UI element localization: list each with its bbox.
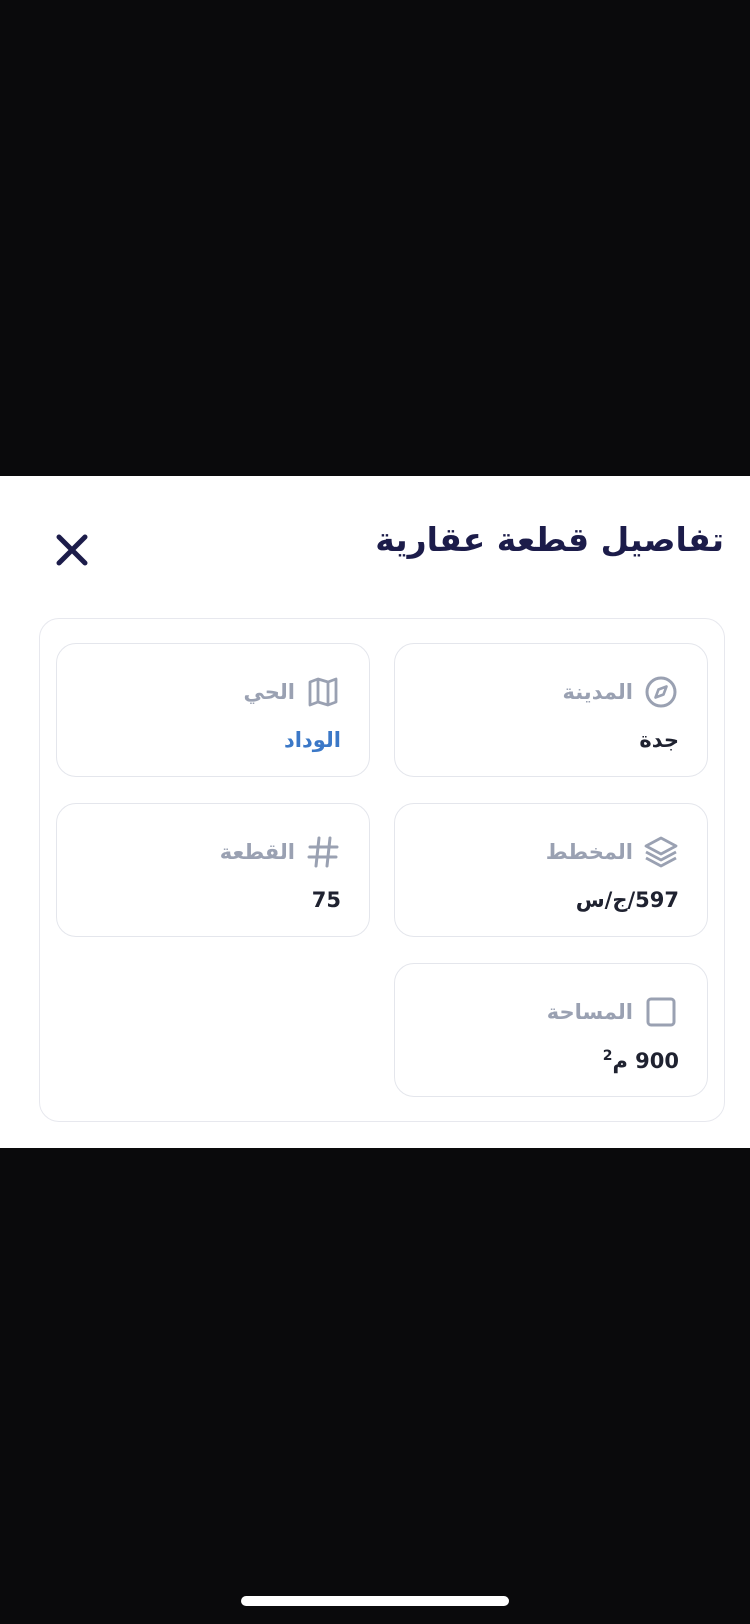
detail-card-city: المدينة جدة (394, 643, 708, 777)
compass-icon (643, 674, 679, 710)
square-icon (643, 994, 679, 1030)
detail-value-city: جدة (639, 728, 679, 752)
area-unit: م (612, 1049, 628, 1073)
details-panel: المدينة جدة الحي الوداد المخطط 597/ج/س ا… (39, 618, 725, 1122)
area-number: 900 (635, 1049, 679, 1073)
sheet-title: تفاصيل قطعة عقارية (375, 520, 724, 559)
detail-card-plot-header: القطعة (220, 834, 341, 870)
detail-value-area: 900 م2 (603, 1048, 679, 1073)
detail-label: المساحة (546, 1000, 633, 1024)
property-details-sheet: تفاصيل قطعة عقارية المدينة جدة الحي الود… (0, 476, 750, 1148)
detail-card-area-header: المساحة (547, 994, 679, 1030)
hash-icon (305, 834, 341, 870)
detail-card-district-header: الحي (244, 674, 341, 710)
close-button[interactable] (52, 530, 92, 570)
screen: تفاصيل قطعة عقارية المدينة جدة الحي الود… (0, 0, 750, 1624)
layers-icon (643, 834, 679, 870)
area-unit-power: 2 (602, 1048, 613, 1064)
detail-card-city-header: المدينة (563, 674, 680, 710)
detail-label: المخطط (545, 840, 633, 864)
map-icon (305, 674, 341, 710)
detail-value-plan: 597/ج/س (575, 888, 679, 912)
detail-value-plot: 75 (311, 888, 341, 912)
detail-value-district[interactable]: الوداد (284, 728, 341, 752)
detail-card-plan: المخطط 597/ج/س (394, 803, 708, 937)
home-indicator[interactable] (241, 1596, 509, 1606)
close-icon (56, 534, 88, 566)
detail-card-plot: القطعة 75 (56, 803, 370, 937)
detail-card-district: الحي الوداد (56, 643, 370, 777)
detail-label: القطعة (219, 840, 295, 864)
detail-card-area: المساحة 900 م2 (394, 963, 708, 1097)
detail-label: الحي (243, 680, 295, 704)
detail-card-plan-header: المخطط (546, 834, 679, 870)
detail-label: المدينة (562, 680, 634, 704)
